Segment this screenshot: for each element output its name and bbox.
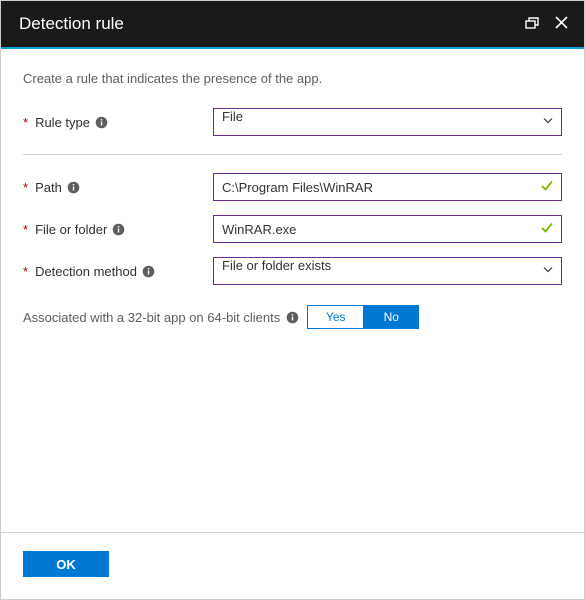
detection-method-select[interactable]: File or folder exists: [213, 257, 562, 285]
path-input[interactable]: [213, 173, 562, 201]
required-asterisk: *: [23, 115, 28, 130]
file-or-folder-label: * File or folder: [23, 222, 213, 237]
titlebar-actions: [525, 16, 568, 32]
associated-label: Associated with a 32-bit app on 64-bit c…: [23, 310, 299, 325]
path-field: [213, 173, 562, 201]
path-label: * Path: [23, 180, 213, 195]
titlebar: Detection rule: [1, 1, 584, 49]
info-icon[interactable]: [67, 181, 80, 194]
associated-no-button[interactable]: No: [363, 305, 419, 329]
required-asterisk: *: [23, 180, 28, 195]
required-asterisk: *: [23, 264, 28, 279]
file-or-folder-label-text: File or folder: [35, 222, 107, 237]
file-or-folder-input[interactable]: [213, 215, 562, 243]
ok-button[interactable]: OK: [23, 551, 109, 577]
detection-method-label-text: Detection method: [35, 264, 137, 279]
info-icon[interactable]: [95, 116, 108, 129]
detection-method-value: File or folder exists: [222, 258, 331, 273]
rule-type-select[interactable]: File: [213, 108, 562, 136]
panel-title: Detection rule: [19, 14, 525, 34]
associated-label-text: Associated with a 32-bit app on 64-bit c…: [23, 310, 280, 325]
rule-type-label-text: Rule type: [35, 115, 90, 130]
path-row: * Path: [23, 173, 562, 201]
description-text: Create a rule that indicates the presenc…: [23, 71, 562, 86]
file-or-folder-row: * File or folder: [23, 215, 562, 243]
info-icon[interactable]: [142, 265, 155, 278]
info-icon[interactable]: [112, 223, 125, 236]
detection-rule-panel: Detection rule Create a rule that indica…: [0, 0, 585, 600]
associated-yes-button[interactable]: Yes: [307, 305, 363, 329]
associated-toggle: Yes No: [307, 305, 419, 329]
detection-method-label: * Detection method: [23, 264, 213, 279]
close-icon[interactable]: [555, 16, 568, 32]
required-asterisk: *: [23, 222, 28, 237]
info-icon[interactable]: [286, 311, 299, 324]
footer: OK: [1, 532, 584, 599]
detection-method-field: File or folder exists: [213, 257, 562, 285]
rule-type-value: File: [222, 109, 243, 124]
restore-icon[interactable]: [525, 17, 539, 32]
rule-type-label: * Rule type: [23, 115, 213, 130]
rule-type-row: * Rule type File: [23, 108, 562, 136]
associated-row: Associated with a 32-bit app on 64-bit c…: [23, 305, 562, 329]
path-label-text: Path: [35, 180, 62, 195]
rule-type-field: File: [213, 108, 562, 136]
file-or-folder-field: [213, 215, 562, 243]
content-area: Create a rule that indicates the presenc…: [1, 49, 584, 532]
divider: [23, 154, 562, 155]
detection-method-row: * Detection method File or folder exists: [23, 257, 562, 285]
